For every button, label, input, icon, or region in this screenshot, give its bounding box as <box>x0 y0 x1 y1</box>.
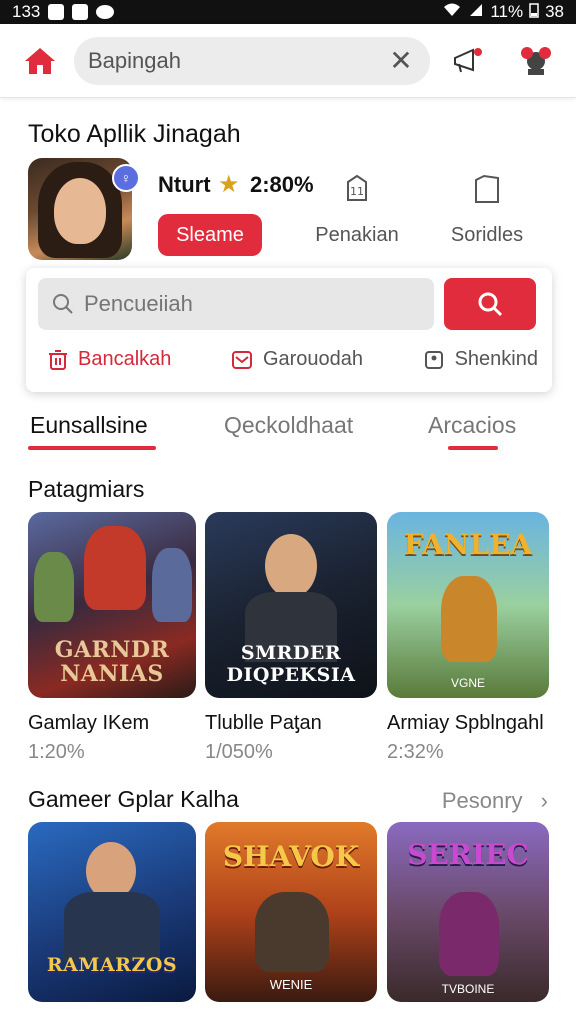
app-card-art: FANLEA VGNE <box>387 512 549 698</box>
game-card-subtitle: WENIE <box>269 977 313 992</box>
game-card[interactable]: SHAVOK WENIE <box>205 822 377 1002</box>
game-card[interactable]: SERIEC TVBOINE <box>387 822 549 1002</box>
filter-label: Bancalkah <box>78 348 172 370</box>
tab-eunsallsine[interactable]: Eunsallsine <box>30 412 148 439</box>
search-icon <box>478 292 503 317</box>
search-panel: Bancalkah Garouodah Shenkind <box>26 268 552 392</box>
filter-label: Shenkind <box>454 348 538 370</box>
status-bar: 133 11% 38 <box>0 0 576 24</box>
tab-qeckoldhaat[interactable]: Qeckoldhaat <box>224 412 353 439</box>
filter-garouodah[interactable]: Garouodah <box>231 348 363 371</box>
game-card-logo: RAMARZOS <box>46 954 178 976</box>
category-tabs: Eunsallsine Qeckoldhaat Arcacios <box>0 408 576 458</box>
top-search-bar[interactable]: ✕ <box>74 36 430 85</box>
app-card-art: GARNDR NANIAS <box>28 512 196 698</box>
top-search-input[interactable] <box>88 47 386 74</box>
badge-icon: 11 <box>340 172 374 206</box>
app-card-art: SMRDER DIQPEKSIA <box>205 512 377 698</box>
cat-icon <box>96 5 115 19</box>
svg-text:11: 11 <box>350 185 364 198</box>
active-tab-indicator <box>28 446 156 450</box>
filter-label: Garouodah <box>262 348 364 370</box>
app-card-stat: 2:32% <box>387 741 444 763</box>
app-card-name: Armiay Spblngahl <box>387 712 544 734</box>
game-card-art: RAMARZOS <box>28 822 196 1002</box>
megaphone-icon[interactable] <box>448 41 488 81</box>
search-field[interactable] <box>38 278 434 330</box>
signal-icon <box>468 2 484 23</box>
app-card[interactable]: FANLEA VGNE Armiay Spblngahl 2:32% <box>387 512 549 764</box>
search-input[interactable] <box>84 291 420 317</box>
featured-app-name: Nturt <box>158 172 211 197</box>
wifi-icon <box>442 2 462 23</box>
install-button[interactable]: Sleame <box>158 214 262 256</box>
app-card-subtitle: VGNE <box>450 676 485 690</box>
page-title: Toko Apllik Jinagah <box>28 120 241 148</box>
search-button[interactable] <box>444 278 536 330</box>
filter-shenkind[interactable]: Shenkind <box>423 348 538 371</box>
featured-app: ♀ Nturt ★ 2:80% Sleame 11 Penakian Sorid… <box>28 158 548 262</box>
profile-icon[interactable] <box>516 41 556 81</box>
game-card-art: SHAVOK WENIE <box>205 822 377 1002</box>
app-card[interactable]: SMRDER DIQPEKSIA Tlublle Paƫan 1/050% <box>205 512 377 764</box>
app-card-logo: SMRDER DIQPEKSIA <box>226 642 356 686</box>
clear-icon[interactable]: ✕ <box>386 44 416 77</box>
featured-action-soridles[interactable]: Soridles <box>432 172 542 247</box>
status-extra: 38 <box>545 2 564 21</box>
app-card[interactable]: GARNDR NANIAS Gamlay IKem 1:20% <box>28 512 196 764</box>
trash-icon <box>49 349 67 370</box>
app-card-logo: FANLEA <box>403 528 533 561</box>
featured-action-penakian[interactable]: 11 Penakian <box>302 172 412 247</box>
section-title-patagmiars: Patagmiars <box>28 476 145 502</box>
star-icon: ★ <box>218 171 240 198</box>
notification-icon <box>48 4 65 20</box>
battery-percent: 11% <box>490 2 524 21</box>
bookmark-icon <box>470 172 504 206</box>
app-card-logo: GARNDR NANIAS <box>54 637 170 687</box>
verified-badge-icon: ♀ <box>112 164 140 192</box>
game-card-subtitle: TVBOINE <box>441 982 495 996</box>
see-more-label: Pesonry <box>441 788 523 813</box>
game-card-logo: SERIEC <box>407 838 529 871</box>
tab-indicator-secondary <box>448 446 498 450</box>
app-card-stat: 1/050% <box>205 741 273 763</box>
game-card-art: SERIEC TVBOINE <box>387 822 549 1002</box>
battery-icon <box>529 2 539 23</box>
game-card[interactable]: RAMARZOS <box>28 822 196 1002</box>
see-more-link[interactable]: Pesonry › <box>442 788 548 814</box>
filter-bancalkah[interactable]: Bancalkah <box>48 348 171 371</box>
mail-icon <box>231 350 252 369</box>
square-dot-icon <box>424 350 443 369</box>
tab-arcacios[interactable]: Arcacios <box>428 412 516 439</box>
game-card-logo: SHAVOK <box>222 840 360 873</box>
app-notification-icon <box>72 4 89 20</box>
app-card-name: Tlublle Paƫan <box>205 712 322 734</box>
featured-action-label: Penakian <box>315 224 399 246</box>
featured-action-label: Soridles <box>450 224 524 246</box>
app-card-stat: 1:20% <box>28 741 85 763</box>
section-title-gameer: Gameer Gplar Kalha <box>28 786 239 812</box>
top-app-bar: ✕ <box>0 24 576 98</box>
status-time: 133 <box>12 2 41 21</box>
chevron-right-icon: › <box>540 788 548 813</box>
search-icon <box>53 294 73 314</box>
home-icon[interactable] <box>20 41 60 81</box>
app-card-name: Gamlay IKem <box>28 712 150 734</box>
